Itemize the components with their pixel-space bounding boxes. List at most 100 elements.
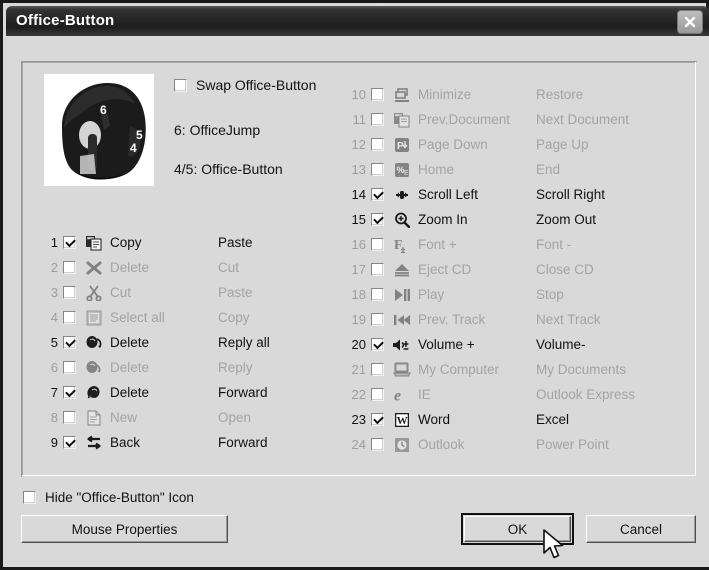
home-key-icon: % E	[391, 161, 413, 179]
assignment-number: 17	[351, 262, 366, 277]
ok-button-label: OK	[464, 516, 571, 542]
assignment-secondary-label: Next Document	[536, 112, 630, 127]
assignment-secondary-label: Copy	[218, 310, 250, 325]
assignment-secondary-label: Forward	[218, 435, 268, 450]
assignment-right-checkbox-20[interactable]	[371, 338, 384, 351]
assignment-primary-label: My Computer	[418, 362, 500, 377]
assignment-primary-label: Zoom In	[418, 212, 468, 227]
assignment-right-checkbox-24[interactable]	[371, 438, 384, 451]
assignment-number: 19	[351, 312, 366, 327]
svg-text:F: F	[394, 238, 403, 253]
assignment-secondary-label: Reply all	[218, 335, 270, 350]
close-icon[interactable]	[677, 10, 703, 34]
assignment-number: 13	[351, 162, 366, 177]
assignment-right-checkbox-10[interactable]	[371, 88, 384, 101]
assignment-secondary-label: Outlook Express	[536, 387, 636, 402]
assignment-primary-label: Page Down	[418, 137, 488, 152]
assignment-number: 12	[351, 137, 366, 152]
assignment-number: 4	[50, 310, 58, 325]
assignment-row: 1 Copy Paste	[36, 230, 353, 255]
title-bar: Office-Button	[6, 6, 709, 36]
assignment-right-checkbox-15[interactable]	[371, 213, 384, 226]
assignment-right-checkbox-12[interactable]	[371, 138, 384, 151]
assignment-left-checkbox-6[interactable]	[63, 361, 76, 374]
assignment-row: 3 Cut Paste	[36, 280, 353, 305]
assignment-right-checkbox-13[interactable]	[371, 163, 384, 176]
window-title: Office-Button	[16, 12, 115, 29]
mail-reply-all-icon	[83, 334, 105, 352]
assignment-secondary-label: Reply	[218, 360, 253, 375]
assignment-left-checkbox-8[interactable]	[63, 411, 76, 424]
svg-text:e: e	[394, 387, 401, 403]
mouse-photo: 6 5 4	[44, 74, 154, 186]
hide-office-button-icon-checkbox[interactable]	[23, 491, 36, 504]
prev-document-icon	[391, 111, 413, 129]
assignment-number: 16	[351, 237, 366, 252]
assignment-right-checkbox-19[interactable]	[371, 313, 384, 326]
assignment-secondary-label: Page Up	[536, 137, 589, 152]
ok-button[interactable]: OK	[461, 513, 574, 545]
assignment-secondary-label: Stop	[536, 287, 564, 302]
svg-text:4: 4	[130, 141, 137, 155]
minimize-window-icon	[391, 86, 413, 104]
assignment-row: 22 e IE Outlook Express	[342, 382, 671, 407]
svg-text:E: E	[404, 170, 409, 177]
assignment-primary-label: Delete	[110, 360, 150, 375]
assignment-left-checkbox-4[interactable]	[63, 311, 76, 324]
assignment-list-left: 1 Copy Paste 2 Delete Cut 3 Cut Paste 4 Select all…	[36, 230, 353, 455]
button-assignment-groupbox: 6 5 4 Swap Office-Button 6: OfficeJump 4…	[21, 61, 697, 477]
assignment-primary-label: IE	[418, 387, 431, 402]
assignment-right-checkbox-17[interactable]	[371, 263, 384, 276]
select-all-icon	[83, 309, 105, 327]
delete-x-icon	[83, 259, 105, 277]
assignment-right-checkbox-23[interactable]	[371, 413, 384, 426]
assignment-number: 24	[351, 437, 366, 452]
assignment-number: 9	[50, 435, 58, 450]
assignment-secondary-label: Paste	[218, 235, 253, 250]
svg-text:P: P	[397, 141, 404, 152]
assignment-secondary-label: Power Point	[536, 437, 609, 452]
assignment-number: 20	[351, 337, 366, 352]
assignment-primary-label: Cut	[110, 285, 132, 300]
mail-reply-icon	[83, 359, 105, 377]
hide-office-button-icon-row[interactable]: Hide "Office-Button" Icon	[23, 490, 194, 505]
assignment-number: 14	[351, 187, 366, 202]
svg-text:5: 5	[136, 128, 143, 142]
assignment-left-checkbox-2[interactable]	[63, 261, 76, 274]
assignment-left-checkbox-3[interactable]	[63, 286, 76, 299]
assignment-secondary-label: Close CD	[536, 262, 594, 277]
assignment-right-checkbox-18[interactable]	[371, 288, 384, 301]
assignment-right-checkbox-11[interactable]	[371, 113, 384, 126]
cancel-button[interactable]: Cancel	[586, 515, 696, 543]
assignment-number: 18	[351, 287, 366, 302]
assignment-row: 18 Play Stop	[342, 282, 671, 307]
assignment-secondary-label: Next Track	[536, 312, 601, 327]
assignment-row: 8 New Open	[36, 405, 353, 430]
assignment-right-checkbox-21[interactable]	[371, 363, 384, 376]
internet-explorer-icon: e	[391, 386, 413, 404]
assignment-right-checkbox-22[interactable]	[371, 388, 384, 401]
assignment-left-checkbox-7[interactable]	[63, 386, 76, 399]
assignment-right-checkbox-16[interactable]	[371, 238, 384, 251]
assignment-right-checkbox-14[interactable]	[371, 188, 384, 201]
assignment-secondary-label: Font -	[536, 237, 572, 252]
assignment-row: 12 P Page Down Page Up	[342, 132, 671, 157]
assignment-left-checkbox-1[interactable]	[63, 236, 76, 249]
assignment-left-checkbox-5[interactable]	[63, 336, 76, 349]
assignment-secondary-label: Excel	[536, 412, 570, 427]
copy-icon	[83, 234, 105, 252]
assignment-left-checkbox-9[interactable]	[63, 436, 76, 449]
assignment-primary-label: Font +	[418, 237, 457, 252]
page-down-icon: P	[391, 136, 413, 154]
assignment-primary-label: Outlook	[418, 437, 465, 452]
assignment-row: 7 Delete Forward	[36, 380, 353, 405]
assignment-primary-label: Minimize	[418, 87, 472, 102]
assignment-number: 7	[50, 385, 58, 400]
assignment-row: 16 F Font + Font -	[342, 232, 671, 257]
mouse-properties-button[interactable]: Mouse Properties	[21, 515, 228, 543]
swap-office-button-row[interactable]: Swap Office-Button	[174, 77, 316, 93]
assignment-secondary-label: Restore	[536, 87, 584, 102]
swap-office-button-checkbox[interactable]	[174, 78, 187, 92]
dialog-client-area: 6 5 4 Swap Office-Button 6: OfficeJump 4…	[6, 36, 709, 567]
new-document-icon	[83, 409, 105, 427]
